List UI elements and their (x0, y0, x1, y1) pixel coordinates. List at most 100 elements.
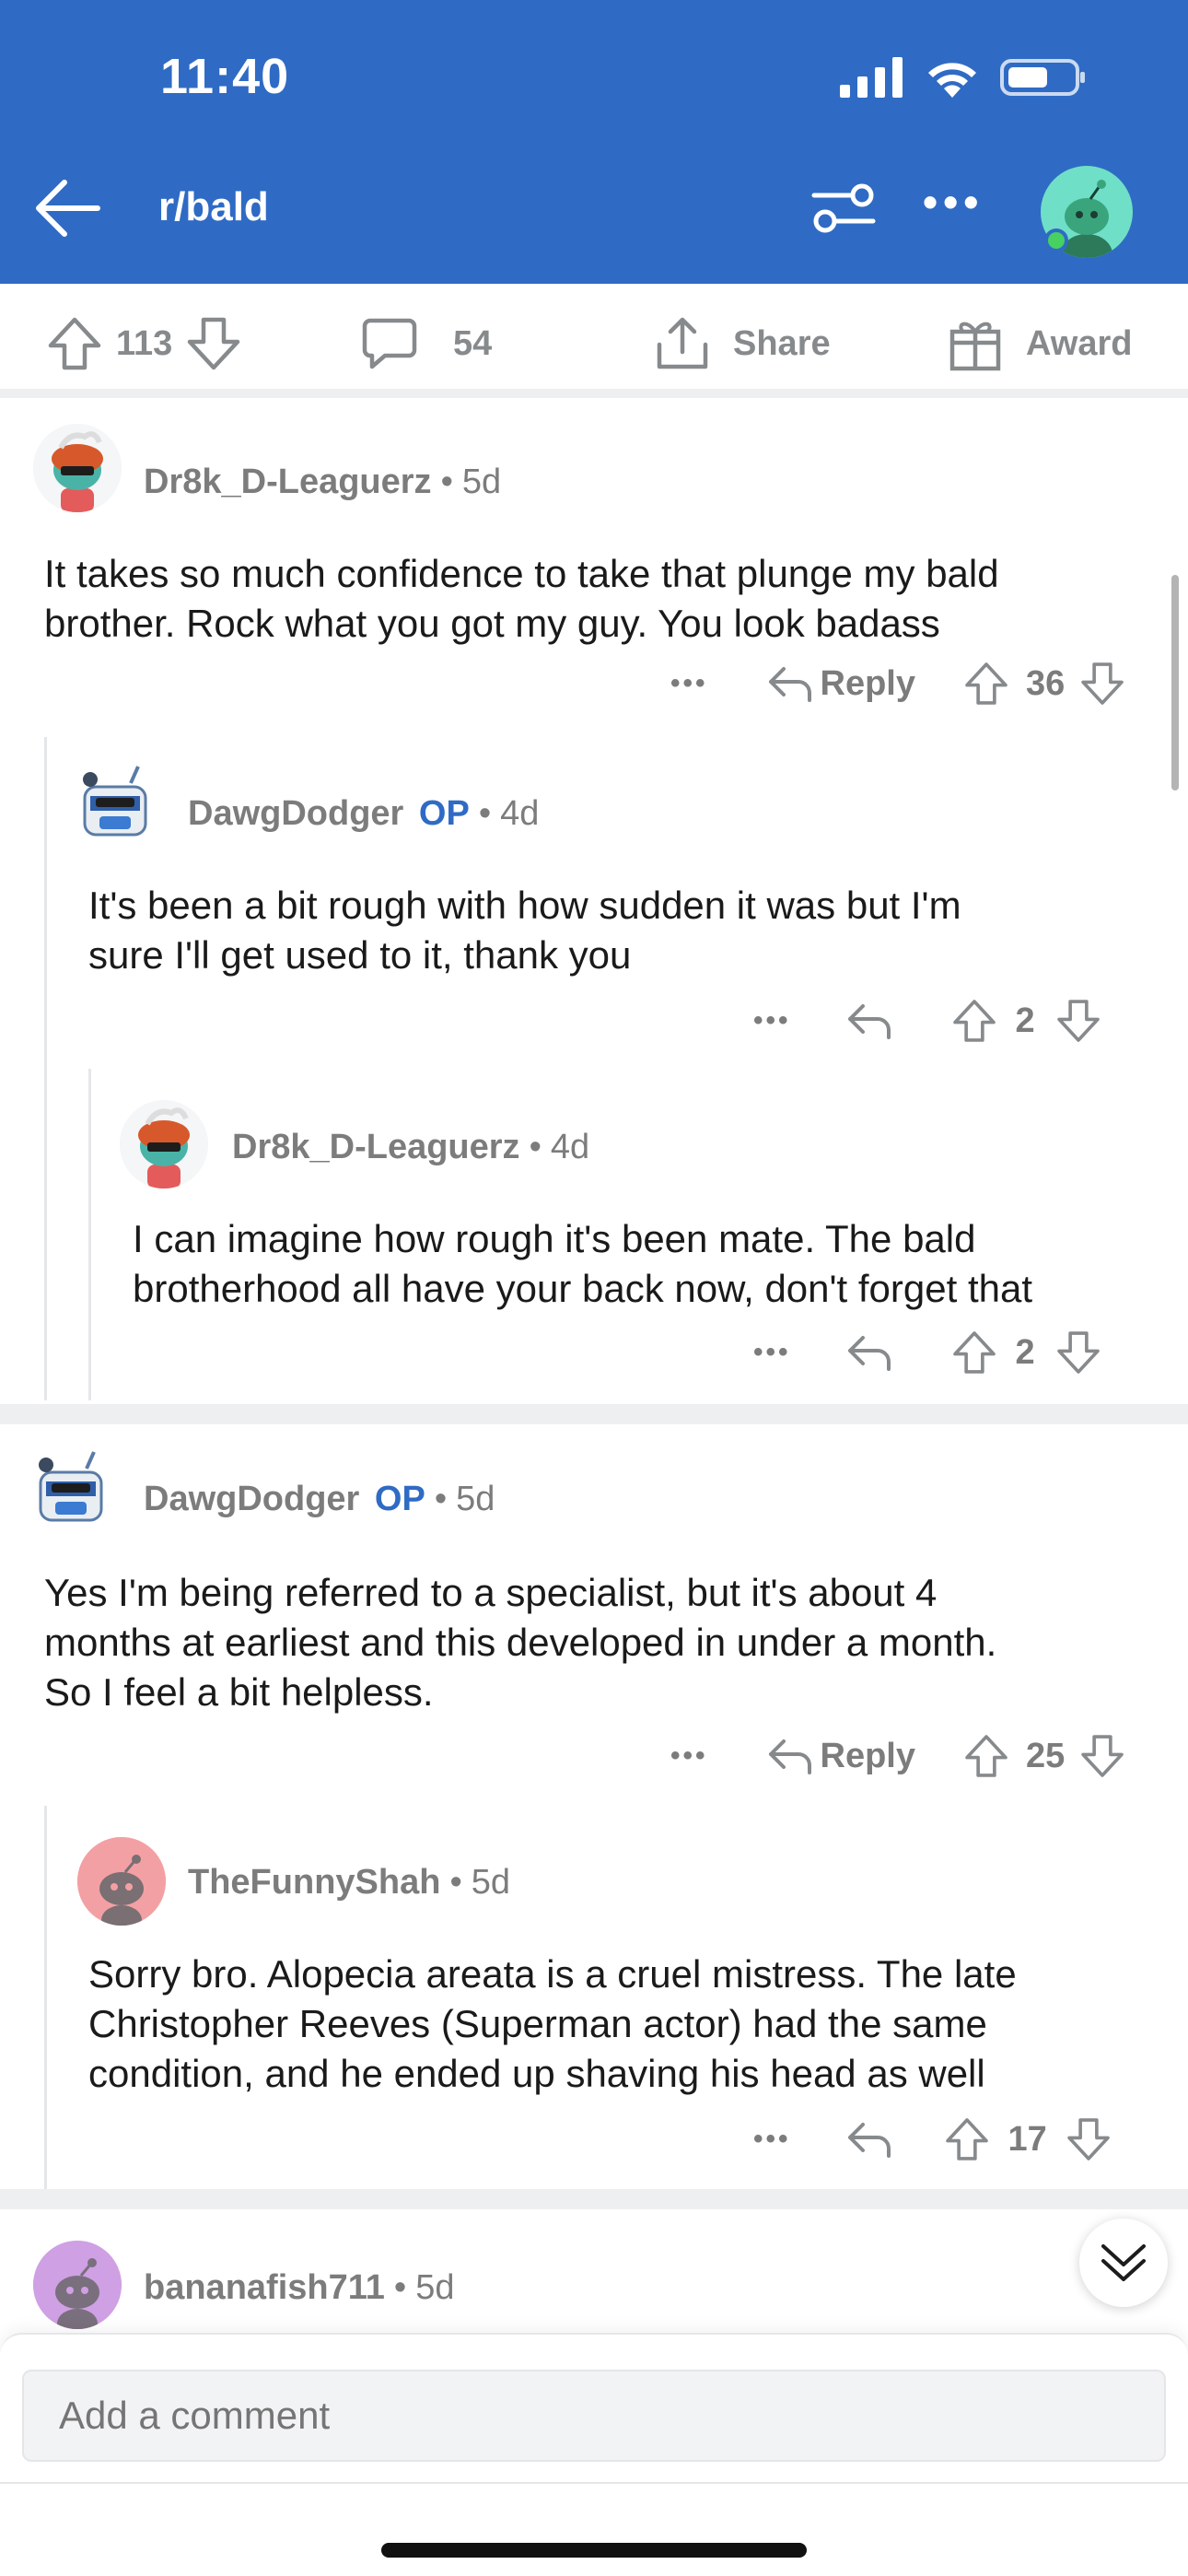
subreddit-title[interactable]: r/bald (158, 184, 269, 230)
more-icon[interactable]: ••• (753, 1005, 791, 1036)
comment-score: 25 (1026, 1736, 1066, 1775)
share-icon (657, 317, 708, 369)
comment-meta: Dr8k_D-Leaguerz • 4d (232, 1128, 590, 1166)
downvote-icon[interactable] (1079, 660, 1125, 708)
comments-button[interactable]: 54 (361, 315, 492, 372)
online-status-dot (1044, 228, 1068, 252)
award-label: Award (1026, 323, 1133, 363)
back-arrow-icon[interactable] (31, 175, 105, 241)
comment-meta: DawgDodger OP • 4d (188, 794, 540, 833)
upvote-icon[interactable] (951, 997, 997, 1045)
upvote-icon[interactable] (963, 660, 1009, 708)
comment-line: brother. Rock what you got my guy. You l… (44, 602, 940, 645)
more-icon[interactable]: ••• (753, 1337, 791, 1368)
comment-line: Sorry bro. Alopecia areata is a cruel mi… (88, 1952, 1017, 1996)
thread-divider (0, 2189, 1188, 2209)
comment-input[interactable] (22, 2370, 1166, 2462)
avatar[interactable] (120, 1100, 208, 1188)
reply-icon[interactable] (846, 1001, 892, 1041)
upvote-icon[interactable] (963, 1732, 1009, 1780)
comment-actions: ••• 17 (753, 2115, 1112, 2163)
snoo-avatar-icon (33, 2241, 122, 2329)
comment-icon (362, 318, 417, 369)
comment-author[interactable]: Dr8k_D-Leaguerz (232, 1128, 520, 1166)
avatar[interactable] (77, 1837, 166, 1926)
avatar[interactable] (72, 755, 160, 844)
comment-body: I can imagine how rough it's been mate. … (133, 1214, 1032, 1314)
reply-icon[interactable] (846, 2119, 892, 2160)
comment-composer (0, 2333, 1188, 2576)
downvote-icon[interactable] (1066, 2115, 1112, 2163)
comment-age: 5d (461, 463, 502, 501)
comment-author[interactable]: bananafish711 (144, 2268, 385, 2307)
comment-line: Christopher Reeves (Superman actor) had … (88, 2002, 987, 2045)
comment-line: sure I'll get used to it, thank you (88, 933, 632, 977)
reply-button[interactable]: Reply (821, 664, 915, 704)
reply-icon[interactable] (767, 663, 813, 704)
comment-line: months at earliest and this developed in… (44, 1621, 997, 1664)
reply-icon[interactable] (846, 1332, 892, 1373)
divider (0, 2482, 1188, 2484)
upvote-icon[interactable] (951, 1329, 997, 1376)
vote-group: 113 (46, 315, 242, 372)
thread-line[interactable] (44, 737, 47, 1400)
avatar[interactable] (33, 2241, 122, 2329)
comment-line: So I feel a bit helpless. (44, 1670, 434, 1714)
comment-score: 2 (1015, 1332, 1035, 1372)
next-comment-button[interactable] (1079, 2219, 1168, 2307)
upvote-icon[interactable] (944, 2115, 990, 2163)
more-icon[interactable]: ••• (923, 177, 984, 227)
status-icons (840, 57, 1087, 98)
avatar[interactable] (28, 1441, 116, 1529)
snoo-avatar-icon (33, 424, 122, 512)
chevrons-down-icon (1101, 2244, 1146, 2281)
comment-author[interactable]: DawgDodger (188, 794, 403, 833)
wifi-icon (928, 63, 976, 98)
comment-line: condition, and he ended up shaving his h… (88, 2052, 985, 2095)
snoo-avatar-icon (120, 1100, 208, 1188)
scrollbar[interactable] (1171, 575, 1179, 790)
reply-icon[interactable] (767, 1736, 813, 1776)
comment-score: 36 (1026, 663, 1066, 703)
comment-age: 5d (456, 1480, 495, 1518)
thread-divider (0, 1404, 1188, 1424)
award-button[interactable]: Award (949, 315, 1132, 372)
comment-line: brotherhood all have your back now, don'… (133, 1267, 1032, 1310)
comment-author[interactable]: TheFunnyShah (188, 1863, 440, 1902)
status-time: 11:40 (160, 49, 290, 104)
filter-icon[interactable] (810, 181, 877, 236)
more-icon[interactable]: ••• (670, 1740, 708, 1772)
comment-actions: ••• 2 (753, 1329, 1101, 1376)
comment-body: It takes so much confidence to take that… (44, 549, 999, 649)
snoo-avatar-icon (83, 766, 147, 837)
signal-icon (840, 57, 903, 98)
comment-actions: ••• 2 (753, 997, 1101, 1045)
comment-author[interactable]: Dr8k_D-Leaguerz (144, 463, 432, 501)
post-vote-count: 113 (116, 323, 173, 363)
upvote-icon[interactable] (46, 315, 103, 372)
comment-meta: Dr8k_D-Leaguerz • 5d (144, 463, 502, 501)
downvote-icon[interactable] (1055, 1329, 1101, 1376)
comment-body: It's been a bit rough with how sudden it… (88, 881, 961, 980)
op-badge: OP (374, 1480, 425, 1518)
reply-button[interactable]: Reply (821, 1737, 915, 1776)
comment-line: It's been a bit rough with how sudden it… (88, 884, 961, 927)
comment-body: Sorry bro. Alopecia areata is a cruel mi… (88, 1950, 1017, 2099)
downvote-icon[interactable] (1079, 1732, 1125, 1780)
post-action-bar: 113 54 Share Award (0, 284, 1188, 398)
home-indicator[interactable] (381, 2543, 807, 2558)
more-icon[interactable]: ••• (753, 2124, 791, 2155)
thread-line[interactable] (44, 1806, 47, 2189)
comment-author[interactable]: DawgDodger (144, 1480, 359, 1518)
downvote-icon[interactable] (185, 315, 242, 372)
comment-meta: DawgDodger OP • 5d (144, 1480, 495, 1518)
comment-age: 5d (415, 2268, 455, 2307)
share-button[interactable]: Share (654, 315, 831, 372)
comment-actions: ••• Reply 25 (670, 1732, 1125, 1780)
app-header: 11:40 r/bald ••• (0, 0, 1188, 284)
more-icon[interactable]: ••• (670, 668, 708, 699)
avatar[interactable] (33, 424, 122, 512)
downvote-icon[interactable] (1055, 997, 1101, 1045)
thread-line[interactable] (88, 1069, 91, 1400)
award-icon (949, 322, 1001, 371)
